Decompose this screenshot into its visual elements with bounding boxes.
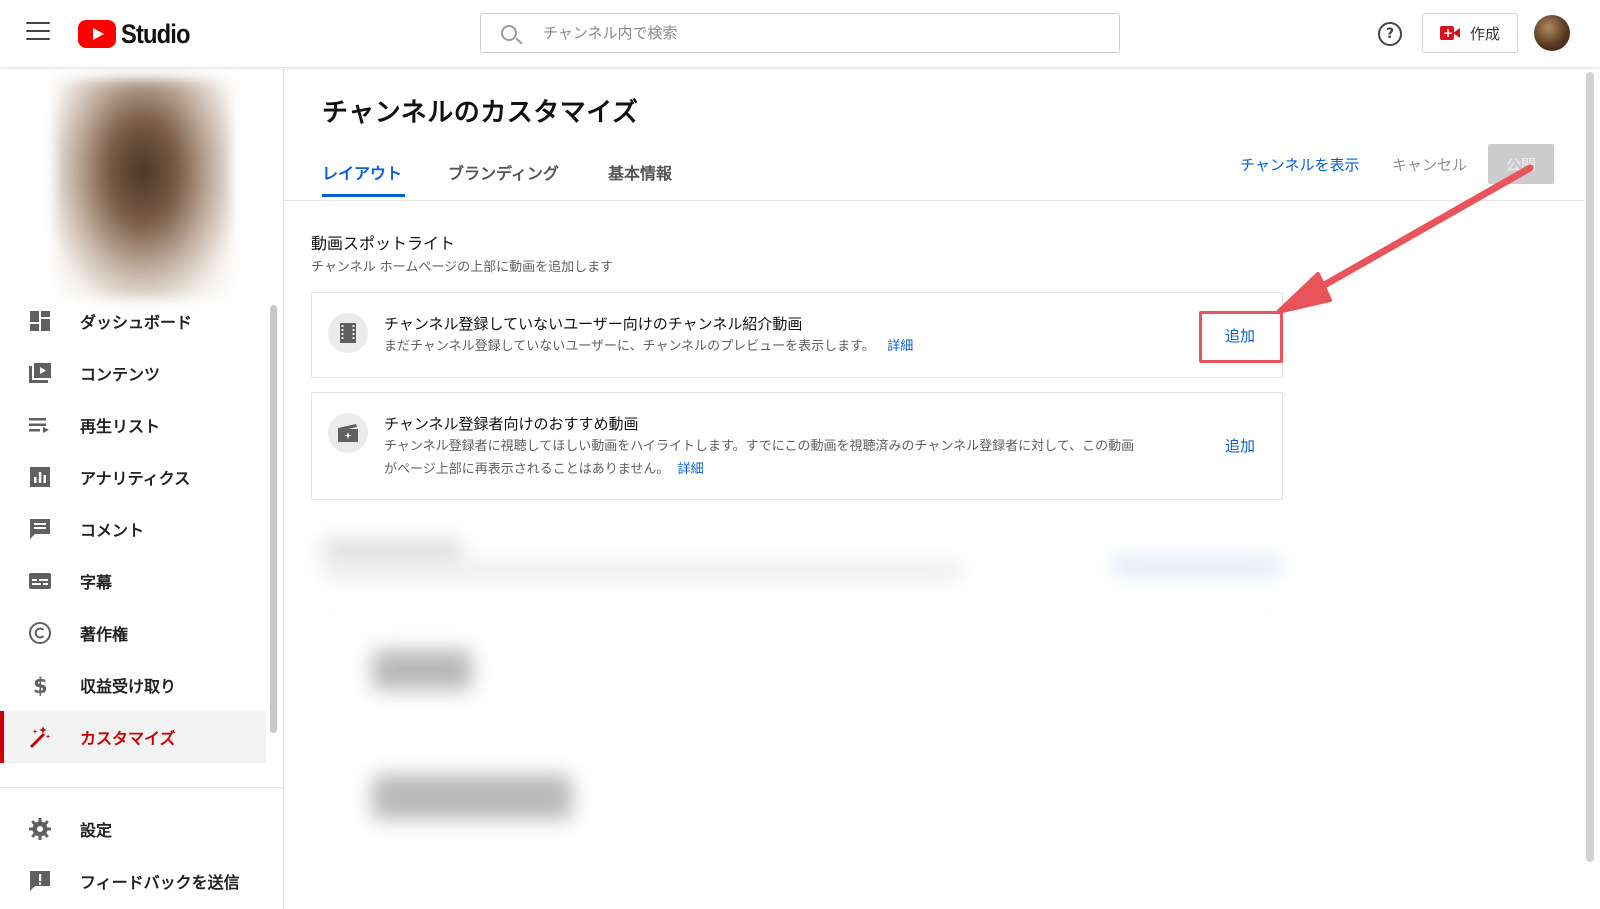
learn-more-link[interactable]: 詳細 bbox=[887, 339, 913, 354]
tab-layout[interactable]: レイアウト bbox=[322, 160, 402, 184]
sidebar-item-dashboard[interactable]: ダッシュボード bbox=[0, 295, 266, 347]
active-tab-indicator bbox=[322, 194, 405, 197]
sidebar-item-label: ダッシュボード bbox=[80, 313, 193, 332]
gear-icon bbox=[28, 817, 52, 841]
card-description-line-2: がページ上部に再表示されることはありません。 bbox=[384, 462, 670, 477]
sidebar-item-settings[interactable]: 設定 bbox=[0, 803, 266, 855]
sidebar-item-analytics[interactable]: アナリティクス bbox=[0, 451, 266, 503]
sidebar-item-label: コメント bbox=[80, 521, 145, 540]
tab-branding[interactable]: ブランディング bbox=[448, 160, 559, 184]
sidebar-item-label: 設定 bbox=[80, 821, 113, 840]
create-label: 作成 bbox=[1469, 24, 1500, 43]
playlist-icon bbox=[28, 413, 52, 437]
section-title: 動画スポットライト bbox=[311, 234, 456, 253]
top-bar: Studio ? + 作成 bbox=[0, 0, 1600, 68]
search-input[interactable] bbox=[543, 22, 1103, 44]
svg-text:$: $ bbox=[33, 674, 48, 697]
card-description-text: まだチャンネル登録していないユーザーに、チャンネルのプレビューを表示します。 bbox=[384, 339, 875, 354]
logo-text: Studio bbox=[121, 18, 191, 49]
main-scrollbar[interactable] bbox=[1586, 72, 1594, 862]
trailer-card: チャンネル登録していないユーザー向けのチャンネル紹介動画 まだチャンネル登録して… bbox=[311, 292, 1283, 378]
sidebar-item-label: コンテンツ bbox=[80, 365, 161, 384]
sidebar-item-label: 再生リスト bbox=[80, 417, 161, 436]
comment-icon bbox=[28, 517, 52, 541]
sidebar-item-label: フィードバックを送信 bbox=[80, 873, 240, 892]
youtube-studio-logo[interactable]: Studio bbox=[78, 18, 199, 50]
sidebar-item-content[interactable]: コンテンツ bbox=[0, 347, 266, 399]
sidebar-item-comments[interactable]: コメント bbox=[0, 503, 266, 555]
section-subtitle: チャンネル ホームページの上部に動画を追加します bbox=[311, 260, 614, 275]
annotation-arrow bbox=[1276, 164, 1534, 314]
sidebar-item-label: 収益受け取り bbox=[80, 677, 177, 696]
video-sparkle-icon bbox=[328, 413, 368, 453]
analytics-icon bbox=[28, 465, 52, 489]
sidebar: ダッシュボード コンテンツ 再生リスト アナリティクス コメント 字幕 著作権 … bbox=[0, 69, 284, 909]
tab-basic-info[interactable]: 基本情報 bbox=[608, 160, 672, 184]
youtube-play-icon bbox=[78, 20, 116, 48]
card-title: チャンネル登録者向けのおすすめ動画 bbox=[384, 415, 639, 433]
sidebar-scrollbar[interactable] bbox=[270, 305, 277, 733]
sidebar-item-label: 著作権 bbox=[80, 625, 129, 644]
sidebar-item-monetization[interactable]: $ 収益受け取り bbox=[0, 659, 266, 711]
sidebar-item-label: アナリティクス bbox=[80, 469, 191, 488]
sidebar-item-feedback[interactable]: フィードバックを送信 bbox=[0, 855, 266, 907]
card-description: チャンネル登録者に視聴してほしい動画をハイライトします。すでにこの動画を視聴済み… bbox=[384, 435, 1219, 481]
content-icon bbox=[28, 361, 52, 385]
sidebar-item-copyright[interactable]: 著作権 bbox=[0, 607, 266, 659]
sidebar-item-label: カスタマイズ bbox=[80, 729, 176, 748]
card-description: まだチャンネル登録していないユーザーに、チャンネルのプレビューを表示します。 詳… bbox=[384, 335, 913, 358]
card-title: チャンネル登録していないユーザー向けのチャンネル紹介動画 bbox=[384, 315, 803, 333]
create-button[interactable]: + 作成 bbox=[1422, 13, 1518, 53]
hamburger-menu-icon[interactable] bbox=[26, 22, 50, 42]
blurred-sections bbox=[292, 520, 1302, 840]
dashboard-icon bbox=[28, 309, 52, 333]
sidebar-item-label: 字幕 bbox=[80, 573, 113, 592]
search-box[interactable] bbox=[480, 13, 1120, 53]
sidebar-divider bbox=[0, 787, 284, 788]
account-avatar[interactable] bbox=[1534, 15, 1570, 51]
film-strip-icon bbox=[328, 313, 368, 353]
magic-wand-icon bbox=[28, 725, 52, 749]
create-video-icon: + bbox=[1439, 26, 1460, 40]
dollar-icon: $ bbox=[28, 673, 52, 697]
subtitles-icon bbox=[28, 569, 52, 593]
help-icon[interactable]: ? bbox=[1378, 22, 1402, 46]
sidebar-item-playlists[interactable]: 再生リスト bbox=[0, 399, 266, 451]
search-icon bbox=[501, 25, 517, 41]
card-description-line-1: チャンネル登録者に視聴してほしい動画をハイライトします。すでにこの動画を視聴済み… bbox=[384, 439, 1135, 454]
add-featured-video-button[interactable]: 追加 bbox=[1225, 435, 1255, 456]
learn-more-link[interactable]: 詳細 bbox=[678, 462, 704, 477]
featured-video-card: チャンネル登録者向けのおすすめ動画 チャンネル登録者に視聴してほしい動画をハイラ… bbox=[311, 392, 1283, 500]
page-title: チャンネルのカスタマイズ bbox=[322, 98, 639, 128]
feedback-icon bbox=[28, 869, 52, 893]
copyright-icon bbox=[28, 621, 52, 645]
sidebar-item-subtitles[interactable]: 字幕 bbox=[0, 555, 266, 607]
sidebar-item-customize[interactable]: カスタマイズ bbox=[0, 711, 266, 763]
channel-profile-photo[interactable] bbox=[55, 79, 231, 299]
